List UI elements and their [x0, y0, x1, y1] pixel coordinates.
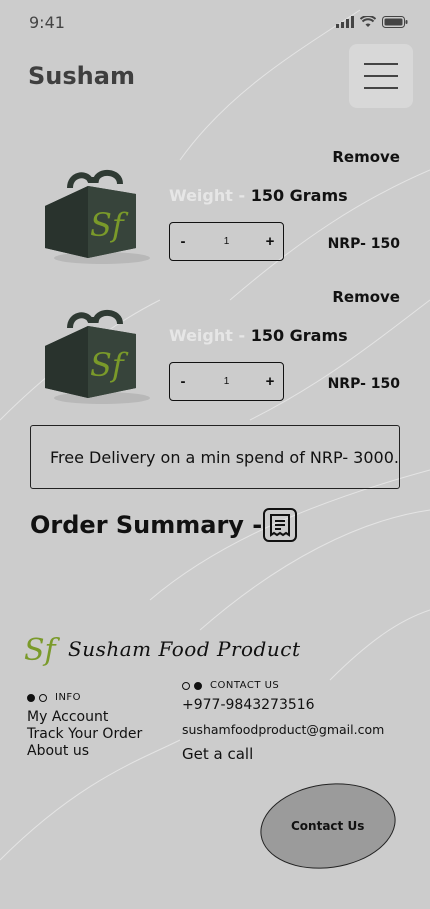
item-price: NRP- 150 — [327, 376, 400, 392]
hamburger-menu-button[interactable] — [349, 44, 413, 108]
contact-phone[interactable]: +977-9843273516 — [182, 697, 384, 713]
contact-email[interactable]: sushamfoodproduct@gmail.com — [182, 722, 384, 737]
decrease-qty-button[interactable]: - — [175, 233, 191, 250]
free-delivery-notice: Free Delivery on a min spend of NRP- 300… — [30, 425, 400, 489]
signal-icon — [336, 16, 354, 28]
weight-label: Weight - — [169, 186, 251, 205]
remove-item-link[interactable]: Remove — [332, 288, 400, 306]
menu-line-icon — [364, 87, 398, 89]
product-box-image: Sf — [45, 310, 150, 404]
contact-heading: CONTACT US — [182, 680, 384, 691]
weight-line: Weight - 150 Grams — [169, 186, 348, 205]
wifi-icon — [360, 16, 376, 27]
receipt-icon[interactable] — [263, 508, 297, 542]
menu-line-icon — [364, 75, 398, 77]
increase-qty-button[interactable]: + — [262, 233, 278, 250]
info-heading-label: INFO — [55, 692, 82, 703]
app-header: Susham — [0, 44, 430, 124]
footer-logo: Sf Susham Food Product — [24, 630, 300, 668]
receipt-glyph-icon — [270, 514, 290, 537]
status-bar: 9:41 — [0, 0, 430, 44]
dots-indicator-icon — [27, 693, 47, 702]
footer-logo-text: Susham Food Product — [68, 637, 301, 661]
quantity-stepper: - 1 + — [169, 362, 284, 401]
weight-label: Weight - — [169, 326, 251, 345]
about-us-link[interactable]: About us — [27, 743, 142, 760]
logo-mark-icon: Sf — [24, 633, 60, 668]
menu-line-icon — [364, 63, 398, 65]
brand-title: Susham — [28, 62, 135, 90]
info-heading: INFO — [27, 692, 142, 703]
decrease-qty-button[interactable]: - — [175, 373, 191, 390]
quantity-stepper: - 1 + — [169, 222, 284, 261]
track-order-link[interactable]: Track Your Order — [27, 726, 142, 743]
weight-value: 150 Grams — [250, 186, 348, 205]
remove-item-link[interactable]: Remove — [332, 148, 400, 166]
contact-us-button[interactable]: Contact Us — [254, 774, 402, 878]
svg-text:Sf: Sf — [24, 633, 60, 668]
svg-text:Sf: Sf — [90, 346, 129, 384]
weight-value: 150 Grams — [250, 326, 348, 345]
contact-heading-label: CONTACT US — [210, 680, 280, 691]
contact-us-label: Contact Us — [291, 819, 365, 833]
quantity-value[interactable]: 1 — [224, 236, 230, 247]
cart-item: Sf Remove Weight - 150 Grams - 1 + NRP- … — [0, 288, 430, 418]
weight-line: Weight - 150 Grams — [169, 326, 348, 345]
status-icons — [336, 16, 408, 28]
dots-indicator-icon — [182, 681, 202, 690]
get-a-call-link[interactable]: Get a call — [182, 745, 384, 763]
my-account-link[interactable]: My Account — [27, 709, 142, 726]
status-time: 9:41 — [29, 13, 65, 32]
footer-contact-column: CONTACT US +977-9843273516 sushamfoodpro… — [182, 680, 384, 763]
quantity-value[interactable]: 1 — [224, 376, 230, 387]
battery-icon — [382, 16, 408, 28]
item-price: NRP- 150 — [327, 236, 400, 252]
increase-qty-button[interactable]: + — [262, 373, 278, 390]
cart-item: Sf Remove Weight - 150 Grams - 1 + NRP- … — [0, 148, 430, 278]
svg-text:Sf: Sf — [90, 206, 129, 244]
product-box-image: Sf — [45, 170, 150, 264]
footer-info-column: INFO My Account Track Your Order About u… — [27, 692, 142, 760]
order-summary-title: Order Summary - — [30, 511, 263, 539]
